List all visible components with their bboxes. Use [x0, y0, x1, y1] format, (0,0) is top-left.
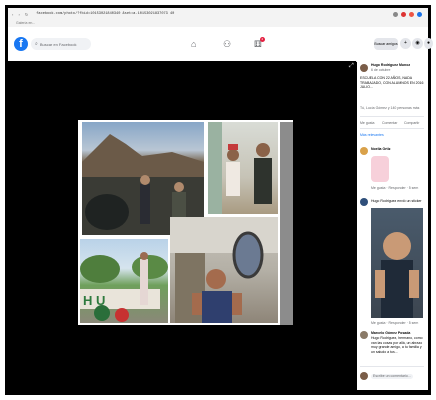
divider [360, 116, 424, 117]
extension-icon[interactable] [409, 11, 414, 17]
create-button[interactable]: + [400, 38, 411, 49]
comment-actions[interactable]: Me gusta · Responder · 5 sem [371, 186, 418, 191]
post-date[interactable]: 6 de octubre [371, 68, 390, 73]
man-with-sign-photo [170, 217, 278, 323]
extension-icon[interactable] [393, 11, 398, 17]
commenter-avatar[interactable] [360, 331, 368, 339]
browser-address-bar: ‹ › ↻ facebook.com/photo/?fbid=101530218… [8, 8, 428, 20]
photo-edge-strip [280, 122, 293, 325]
extension-icon[interactable] [401, 11, 406, 17]
profile-icon[interactable] [417, 11, 422, 17]
comment-input[interactable]: Escribe un comentario... [371, 374, 413, 379]
user-avatar [360, 372, 368, 380]
groups-icon[interactable]: ⚅ 2 [254, 37, 265, 50]
divider [360, 128, 424, 129]
search-placeholder: Buscar en Facebook [39, 41, 77, 47]
comment-actions[interactable]: Me gusta · Responder · 5 sem [371, 321, 418, 326]
divider [360, 366, 424, 367]
commenter-avatar[interactable] [360, 147, 368, 155]
comment-sort-dropdown[interactable]: Más relevantes [360, 133, 384, 138]
post-details-sidebar: Hugo Rodriguez Munoz 6 de octubre ESCUEL… [357, 61, 428, 390]
messenger-icon[interactable]: ◉ [412, 38, 423, 49]
facebook-logo-icon[interactable]: f [14, 37, 28, 51]
author-avatar[interactable] [360, 64, 368, 72]
commenter-name[interactable]: Noelia Ortiz [371, 147, 390, 152]
home-icon[interactable]: ⌂ [191, 39, 196, 49]
post-caption: ESCUELA CON 22 AÑOS, NADA TRABAJADO, CON… [360, 76, 424, 89]
like-button[interactable]: Me gusta [360, 121, 374, 126]
browser-extensions [393, 11, 422, 17]
commenter-name[interactable]: Marcelo Gómez Posada [371, 331, 410, 336]
search-input[interactable]: ⌕ Buscar en Facebook [31, 38, 91, 50]
friends-icon[interactable]: ⚇ [223, 39, 231, 50]
sticker-image [371, 156, 389, 182]
fullscreen-icon[interactable]: ⤢ [349, 63, 354, 70]
bookmark-item[interactable]: Galería en... [16, 21, 35, 25]
comment-button[interactable]: Comentar [382, 121, 397, 126]
two-people-photo [208, 122, 278, 214]
photo-collage[interactable]: H U [78, 120, 293, 325]
search-icon: ⌕ [35, 41, 38, 47]
reactions-summary[interactable]: Tú, Lucía Gómez y 140 personas más [360, 106, 426, 111]
commenter-name[interactable]: Hugo Rodriguez envió un sticker [371, 199, 422, 204]
author-name[interactable]: Hugo Rodriguez Munoz [371, 63, 410, 68]
notifications-icon[interactable]: ● [424, 38, 433, 49]
gif-image[interactable] [371, 208, 423, 318]
browser-url[interactable]: facebook.com/photo/?fbid=10153021840340 … [36, 12, 174, 16]
bookmarks-bar: Galería en... [8, 20, 428, 27]
facebook-header: f ⌕ Buscar en Facebook ⌂ ⚇ ⚅ 2 Buscar am… [8, 27, 433, 62]
browser-nav-buttons[interactable]: ‹ › ↻ [12, 12, 30, 17]
share-button[interactable]: Compartir [404, 121, 419, 126]
notification-badge: 2 [259, 37, 265, 42]
park-photo: H U [80, 239, 168, 323]
comment-text: Hugo Rodriguez, hermano, como van las co… [371, 336, 423, 354]
find-friends-button[interactable]: Buscar amigos [374, 38, 398, 50]
commenter-avatar[interactable] [360, 198, 368, 206]
